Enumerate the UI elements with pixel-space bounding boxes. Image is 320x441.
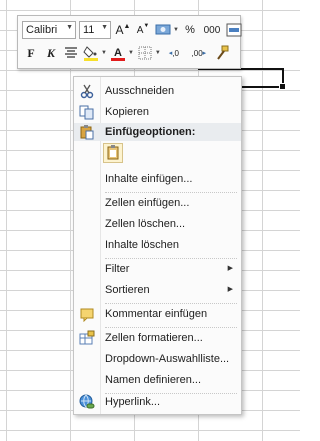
- mini-toolbar-row-2: F K ▼ A ▼ ▼ ◂ ,0 ,00 ▸: [22, 43, 233, 63]
- thousands-label: 000: [203, 24, 221, 36]
- menu-item-label: Namen definieren...: [105, 374, 201, 386]
- chevron-down-icon: ▼: [101, 24, 108, 31]
- increase-decimal-button[interactable]: ◂ ,0: [163, 44, 185, 62]
- format-painter-button[interactable]: [213, 44, 231, 62]
- font-color-icon: A: [110, 47, 125, 61]
- menu-item-label: Sortieren: [105, 284, 150, 296]
- paste-option-button[interactable]: [103, 143, 123, 163]
- fill-color-button[interactable]: [82, 44, 100, 62]
- menu-item-insert-cells[interactable]: Zellen einfügen...: [74, 193, 241, 214]
- clipboard-icon: [107, 145, 119, 160]
- context-menu: Ausschneiden Kopieren Einfügeoptionen: I…: [73, 76, 242, 415]
- menu-item-insert-comment[interactable]: Kommentar einfügen: [74, 304, 241, 325]
- mini-toolbar-row-1: Calibri ▼ 11 ▼ A ▲ A ▼ ▼ % 000: [22, 20, 245, 40]
- accounting-format-button[interactable]: [154, 21, 172, 39]
- menu-item-copy[interactable]: Kopieren: [74, 102, 241, 123]
- grow-font-icon: ▲: [123, 22, 131, 30]
- copy-icon: [79, 105, 94, 120]
- percent-label: %: [185, 24, 195, 36]
- menu-item-label: Ausschneiden: [105, 85, 175, 97]
- italic-label: K: [46, 45, 55, 60]
- menu-item-clear-contents[interactable]: Inhalte löschen: [74, 235, 241, 256]
- chevron-down-icon[interactable]: ▼: [101, 50, 107, 56]
- menu-item-label: Zellen formatieren...: [105, 332, 203, 344]
- shrink-font-label: A: [136, 24, 144, 36]
- bold-button[interactable]: F: [22, 44, 40, 62]
- menu-item-label: Zellen löschen...: [105, 218, 186, 230]
- shrink-font-icon: ▼: [143, 23, 150, 29]
- chevron-down-icon[interactable]: ▼: [155, 50, 161, 56]
- menu-item-dropdown-list[interactable]: Dropdown-Auswahlliste...: [74, 349, 241, 370]
- paste-icon: [80, 125, 94, 140]
- font-color-button[interactable]: A: [109, 44, 127, 62]
- align-center-button[interactable]: [62, 44, 80, 62]
- menu-item-label: Inhalte einfügen...: [105, 173, 193, 185]
- menu-item-format-cells[interactable]: Zellen formatieren...: [74, 328, 241, 349]
- decrease-decimal-button[interactable]: ,00 ▸: [187, 44, 211, 62]
- accounting-icon: [155, 24, 171, 35]
- menu-item-hyperlink[interactable]: Hyperlink...: [74, 392, 241, 413]
- submenu-arrow-icon: ▶: [227, 286, 233, 293]
- bold-label: F: [27, 45, 35, 60]
- menu-item-define-name[interactable]: Namen definieren...: [74, 370, 241, 391]
- font-name-value: Calibri: [26, 24, 58, 36]
- merge-cells-icon: [226, 23, 242, 37]
- menu-item-paste-special[interactable]: Inhalte einfügen...: [74, 169, 241, 190]
- menu-item-label: Inhalte löschen: [105, 239, 179, 251]
- merge-center-button[interactable]: [225, 21, 243, 39]
- format-cells-icon: [79, 330, 95, 345]
- percent-button[interactable]: %: [181, 21, 199, 39]
- menu-item-label: Kommentar einfügen: [105, 308, 208, 320]
- mini-toolbar: Calibri ▼ 11 ▼ A ▲ A ▼ ▼ % 000 F K ▼ A ▼…: [17, 15, 242, 69]
- menu-item-filter[interactable]: Filter ▶: [74, 259, 241, 280]
- menu-header-paste-options: Einfügeoptionen:: [74, 123, 241, 141]
- font-name-combo[interactable]: Calibri ▼: [22, 21, 76, 39]
- arrow-right-icon: ▸: [202, 50, 207, 57]
- fill-bucket-icon: [83, 46, 98, 61]
- grow-font-button[interactable]: A ▲: [114, 21, 132, 39]
- decrease-decimal-label: ,00: [191, 48, 203, 58]
- borders-button[interactable]: [136, 44, 154, 62]
- chevron-down-icon[interactable]: ▼: [173, 27, 179, 33]
- paintbrush-icon: [217, 45, 229, 60]
- shrink-font-button[interactable]: A ▼: [134, 21, 152, 39]
- menu-header-label: Einfügeoptionen:: [105, 126, 196, 138]
- menu-item-cut[interactable]: Ausschneiden: [74, 81, 241, 102]
- submenu-arrow-icon: ▶: [227, 265, 233, 272]
- scissors-icon: [80, 84, 94, 99]
- menu-item-label: Zellen einfügen...: [105, 197, 190, 209]
- chevron-down-icon: ▼: [66, 24, 73, 31]
- menu-item-delete-cells[interactable]: Zellen löschen...: [74, 214, 241, 235]
- menu-item-sort[interactable]: Sortieren ▶: [74, 280, 241, 301]
- font-size-value: 11: [83, 24, 95, 36]
- hyperlink-icon: [79, 394, 95, 409]
- increase-decimal-label: ,0: [172, 48, 179, 58]
- font-size-combo[interactable]: 11 ▼: [79, 21, 111, 39]
- borders-icon: [138, 46, 152, 60]
- align-center-icon: [65, 47, 77, 58]
- comment-icon: [80, 308, 94, 322]
- svg-text:A: A: [114, 47, 122, 59]
- menu-item-label: Dropdown-Auswahlliste...: [105, 353, 230, 365]
- italic-button[interactable]: K: [42, 44, 60, 62]
- chevron-down-icon[interactable]: ▼: [128, 50, 134, 56]
- menu-item-label: Kopieren: [105, 106, 150, 118]
- thousands-separator-button[interactable]: 000: [201, 21, 223, 39]
- grow-font-label: A: [115, 23, 124, 37]
- menu-item-label: Filter: [105, 263, 130, 275]
- menu-item-label: Hyperlink...: [105, 396, 161, 408]
